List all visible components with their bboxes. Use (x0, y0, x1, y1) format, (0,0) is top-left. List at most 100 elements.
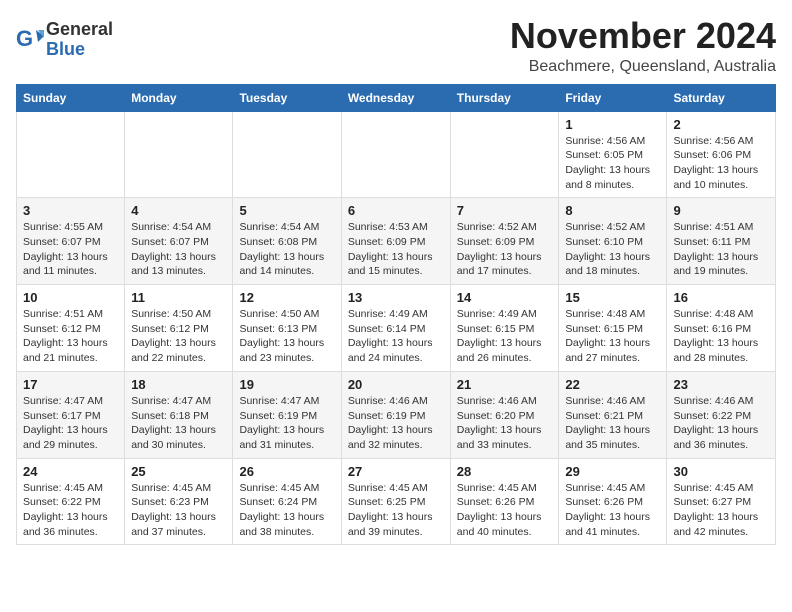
calendar-cell: 23 Sunrise: 4:46 AMSunset: 6:22 PMDayligh… (667, 371, 776, 458)
day-info: Sunrise: 4:51 AMSunset: 6:12 PMDaylight:… (23, 307, 118, 366)
calendar-cell: 5Sunrise: 4:54 AMSunset: 6:08 PMDaylight… (233, 198, 341, 285)
calendar-cell: 21Sunrise: 4:46 AMSunset: 6:20 PMDayligh… (450, 371, 559, 458)
day-info: Sunrise: 4:45 AMSunset: 6:24 PMDaylight:… (239, 481, 334, 540)
calendar-cell: 24 Sunrise: 4:45 AMSunset: 6:22 PMDayligh… (17, 458, 125, 545)
calendar-cell: 9 Sunrise: 4:51 AMSunset: 6:11 PMDaylight… (667, 198, 776, 285)
calendar-week-row: 3 Sunrise: 4:55 AMSunset: 6:07 PMDaylight… (17, 198, 776, 285)
calendar-cell: 27Sunrise: 4:45 AMSunset: 6:25 PMDayligh… (341, 458, 450, 545)
calendar-cell: 2Sunrise: 4:56 AMSunset: 6:06 PMDaylight… (667, 111, 776, 198)
day-info: Sunrise: 4:48 AMSunset: 6:15 PMDaylight:… (565, 307, 660, 366)
header-thursday: Thursday (450, 84, 559, 111)
calendar-cell (341, 111, 450, 198)
calendar-cell: 1 Sunrise: 4:56 AMSunset: 6:05 PMDaylight… (559, 111, 667, 198)
day-info: Sunrise: 4:45 AMSunset: 6:25 PMDaylight:… (348, 481, 444, 540)
day-number: 13 (348, 290, 444, 305)
day-info: Sunrise: 4:52 AMSunset: 6:10 PMDaylight:… (565, 220, 660, 279)
svg-text:G: G (16, 26, 33, 51)
calendar-week-row: 10 Sunrise: 4:51 AMSunset: 6:12 PMDayligh… (17, 285, 776, 372)
day-info: Sunrise: 4:46 AMSunset: 6:19 PMDaylight:… (348, 394, 444, 453)
day-number: 15 (565, 290, 660, 305)
day-info: Sunrise: 4:48 AMSunset: 6:16 PMDaylight:… (673, 307, 769, 366)
day-info: Sunrise: 4:47 AMSunset: 6:17 PMDaylight:… (23, 394, 118, 453)
calendar-table: SundayMondayTuesdayWednesdayThursdayFrid… (16, 84, 776, 546)
calendar-cell: 20 Sunrise: 4:46 AMSunset: 6:19 PMDayligh… (341, 371, 450, 458)
calendar-cell: 14 Sunrise: 4:49 AMSunset: 6:15 PMDayligh… (450, 285, 559, 372)
day-info: Sunrise: 4:46 AMSunset: 6:22 PMDaylight:… (673, 394, 769, 453)
calendar-cell: 17 Sunrise: 4:47 AMSunset: 6:17 PMDayligh… (17, 371, 125, 458)
day-info: Sunrise: 4:54 AMSunset: 6:07 PMDaylight:… (131, 220, 226, 279)
calendar-cell: 19 Sunrise: 4:47 AMSunset: 6:19 PMDayligh… (233, 371, 341, 458)
day-number: 28 (457, 464, 553, 479)
day-number: 8 (565, 203, 660, 218)
calendar-week-row: 17 Sunrise: 4:47 AMSunset: 6:17 PMDayligh… (17, 371, 776, 458)
calendar-cell: 8 Sunrise: 4:52 AMSunset: 6:10 PMDaylight… (559, 198, 667, 285)
day-number: 17 (23, 377, 118, 392)
day-info: Sunrise: 4:45 AMSunset: 6:26 PMDaylight:… (457, 481, 553, 540)
day-info: Sunrise: 4:52 AMSunset: 6:09 PMDaylight:… (457, 220, 553, 279)
day-number: 21 (457, 377, 553, 392)
title-area: November 2024 Beachmere, Queensland, Aus… (510, 16, 776, 76)
day-info: Sunrise: 4:46 AMSunset: 6:21 PMDaylight:… (565, 394, 660, 453)
day-number: 10 (23, 290, 118, 305)
day-number: 30 (673, 464, 769, 479)
header-sunday: Sunday (17, 84, 125, 111)
day-number: 4 (131, 203, 226, 218)
logo-blue-text: Blue (46, 39, 85, 59)
logo-icon: G (16, 26, 44, 54)
header-monday: Monday (125, 84, 233, 111)
day-number: 24 (23, 464, 118, 479)
logo-general-text: General (46, 19, 113, 39)
calendar-cell: 13Sunrise: 4:49 AMSunset: 6:14 PMDayligh… (341, 285, 450, 372)
calendar-cell: 25 Sunrise: 4:45 AMSunset: 6:23 PMDayligh… (125, 458, 233, 545)
day-info: Sunrise: 4:45 AMSunset: 6:23 PMDaylight:… (131, 481, 226, 540)
day-info: Sunrise: 4:50 AMSunset: 6:13 PMDaylight:… (239, 307, 334, 366)
day-info: Sunrise: 4:56 AMSunset: 6:06 PMDaylight:… (673, 134, 769, 193)
header-friday: Friday (559, 84, 667, 111)
calendar-cell: 30 Sunrise: 4:45 AMSunset: 6:27 PMDayligh… (667, 458, 776, 545)
day-number: 1 (565, 117, 660, 132)
day-number: 14 (457, 290, 553, 305)
location: Beachmere, Queensland, Australia (510, 58, 776, 76)
day-number: 29 (565, 464, 660, 479)
day-number: 16 (673, 290, 769, 305)
day-info: Sunrise: 4:55 AMSunset: 6:07 PMDaylight:… (23, 220, 118, 279)
day-number: 18 (131, 377, 226, 392)
calendar-cell (233, 111, 341, 198)
calendar-week-row: 1 Sunrise: 4:56 AMSunset: 6:05 PMDaylight… (17, 111, 776, 198)
day-info: Sunrise: 4:47 AMSunset: 6:19 PMDaylight:… (239, 394, 334, 453)
calendar-cell: 12 Sunrise: 4:50 AMSunset: 6:13 PMDayligh… (233, 285, 341, 372)
day-number: 26 (239, 464, 334, 479)
calendar-cell: 18 Sunrise: 4:47 AMSunset: 6:18 PMDayligh… (125, 371, 233, 458)
day-info: Sunrise: 4:49 AMSunset: 6:15 PMDaylight:… (457, 307, 553, 366)
calendar-header-row: SundayMondayTuesdayWednesdayThursdayFrid… (17, 84, 776, 111)
day-info: Sunrise: 4:56 AMSunset: 6:05 PMDaylight:… (565, 134, 660, 193)
day-info: Sunrise: 4:45 AMSunset: 6:26 PMDaylight:… (565, 481, 660, 540)
calendar-cell: 16 Sunrise: 4:48 AMSunset: 6:16 PMDayligh… (667, 285, 776, 372)
day-number: 6 (348, 203, 444, 218)
calendar-cell: 4 Sunrise: 4:54 AMSunset: 6:07 PMDaylight… (125, 198, 233, 285)
calendar-cell: 29 Sunrise: 4:45 AMSunset: 6:26 PMDayligh… (559, 458, 667, 545)
day-info: Sunrise: 4:53 AMSunset: 6:09 PMDaylight:… (348, 220, 444, 279)
header: G General Blue November 2024 Beachmere, … (16, 16, 776, 76)
calendar-cell (450, 111, 559, 198)
day-number: 12 (239, 290, 334, 305)
calendar-week-row: 24 Sunrise: 4:45 AMSunset: 6:22 PMDayligh… (17, 458, 776, 545)
day-number: 9 (673, 203, 769, 218)
calendar-cell: 6 Sunrise: 4:53 AMSunset: 6:09 PMDaylight… (341, 198, 450, 285)
day-number: 25 (131, 464, 226, 479)
day-number: 11 (131, 290, 226, 305)
day-number: 19 (239, 377, 334, 392)
calendar-cell: 7Sunrise: 4:52 AMSunset: 6:09 PMDaylight… (450, 198, 559, 285)
month-title: November 2024 (510, 16, 776, 56)
day-number: 23 (673, 377, 769, 392)
day-number: 3 (23, 203, 118, 218)
calendar-cell: 22Sunrise: 4:46 AMSunset: 6:21 PMDayligh… (559, 371, 667, 458)
day-info: Sunrise: 4:45 AMSunset: 6:22 PMDaylight:… (23, 481, 118, 540)
day-info: Sunrise: 4:51 AMSunset: 6:11 PMDaylight:… (673, 220, 769, 279)
calendar-cell: 11Sunrise: 4:50 AMSunset: 6:12 PMDayligh… (125, 285, 233, 372)
calendar-cell: 28 Sunrise: 4:45 AMSunset: 6:26 PMDayligh… (450, 458, 559, 545)
calendar-cell (17, 111, 125, 198)
day-info: Sunrise: 4:45 AMSunset: 6:27 PMDaylight:… (673, 481, 769, 540)
day-number: 20 (348, 377, 444, 392)
day-info: Sunrise: 4:47 AMSunset: 6:18 PMDaylight:… (131, 394, 226, 453)
